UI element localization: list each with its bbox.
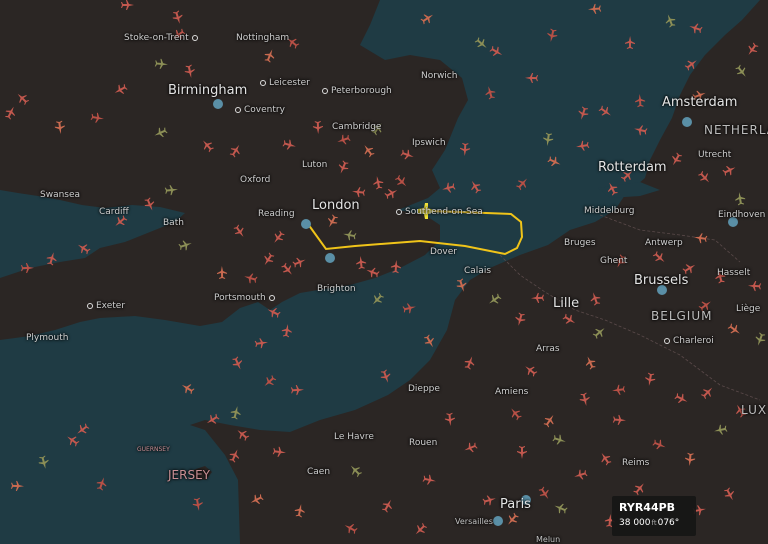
city-label[interactable]: Oxford	[240, 175, 270, 185]
city-label[interactable]: Antwerp	[645, 238, 683, 248]
city-label[interactable]: Birmingham	[168, 83, 247, 98]
flight-info-card[interactable]: RYR44PB 38 000ft076°	[612, 496, 696, 536]
city-label[interactable]: Rotterdam	[598, 160, 667, 175]
city-label[interactable]: Brussels	[634, 273, 688, 288]
city-label[interactable]: Swansea	[40, 190, 80, 200]
city-label[interactable]: Hasselt	[717, 268, 750, 278]
city-label[interactable]: Middelburg	[584, 206, 634, 216]
city-label[interactable]: Lille	[553, 296, 579, 311]
city-label[interactable]: Caen	[307, 467, 330, 477]
city-label[interactable]: Coventry	[232, 105, 285, 115]
airport-icon	[493, 516, 503, 526]
city-label[interactable]: Paris	[500, 497, 531, 512]
city-label[interactable]: Ipswich	[412, 138, 446, 148]
city-label[interactable]: Portsmouth	[214, 293, 278, 303]
city-label[interactable]: Rouen	[409, 438, 437, 448]
city-label[interactable]: Reims	[622, 458, 649, 468]
callsign: RYR44PB	[619, 501, 676, 514]
city-label[interactable]: Eindhoven	[718, 210, 765, 220]
country-label: NETHERLA	[704, 123, 768, 137]
city-label[interactable]: Ghent	[600, 256, 627, 266]
city-label[interactable]: Liège	[736, 304, 760, 314]
city-label[interactable]: Amiens	[495, 387, 528, 397]
city-label[interactable]: Le Havre	[334, 432, 374, 442]
city-label[interactable]: London	[312, 198, 360, 213]
city-label[interactable]: Dover	[430, 247, 457, 257]
city-label[interactable]: Melun	[536, 535, 560, 544]
city-label[interactable]: Arras	[536, 344, 560, 354]
city-label[interactable]: Dieppe	[408, 384, 440, 394]
airport-icon	[325, 253, 335, 263]
map-canvas[interactable]	[0, 0, 768, 544]
region-label: JERSEY	[168, 468, 210, 482]
city-label[interactable]: Reading	[258, 209, 295, 219]
city-label[interactable]: Peterborough	[319, 86, 392, 96]
city-label[interactable]: Leicester	[257, 78, 310, 88]
airport-icon	[682, 117, 692, 127]
city-label[interactable]: Cardiff	[99, 207, 129, 217]
altitude-heading: 38 000ft076°	[619, 518, 680, 528]
city-label[interactable]: Brighton	[317, 284, 356, 294]
city-label[interactable]: Amsterdam	[662, 95, 737, 110]
city-label[interactable]: Versailles	[455, 517, 493, 526]
country-label: LUX	[741, 403, 768, 417]
city-label[interactable]: Calais	[464, 266, 491, 276]
city-label[interactable]: Cambridge	[332, 122, 381, 132]
city-label[interactable]: Bruges	[564, 238, 596, 248]
city-label[interactable]: Southend-on-Sea	[393, 207, 483, 217]
city-label[interactable]: Utrecht	[698, 150, 731, 160]
city-label[interactable]: Luton	[302, 160, 327, 170]
city-label[interactable]: Plymouth	[26, 333, 68, 343]
city-label[interactable]: Charleroi	[661, 336, 714, 346]
city-label[interactable]: Norwich	[421, 71, 457, 81]
airport-icon	[301, 219, 311, 229]
city-label[interactable]: Nottingham	[236, 33, 289, 43]
city-label[interactable]: Stoke-on-Trent	[124, 33, 201, 43]
airport-icon	[213, 99, 223, 109]
city-label[interactable]: Bath	[163, 218, 184, 228]
city-label[interactable]: Exeter	[84, 301, 125, 311]
region-label: GUERNSEY	[137, 446, 170, 453]
country-label: BELGIUM	[651, 309, 713, 323]
map[interactable]: London Birmingham Amsterdam Rotterdam Br…	[0, 0, 768, 544]
